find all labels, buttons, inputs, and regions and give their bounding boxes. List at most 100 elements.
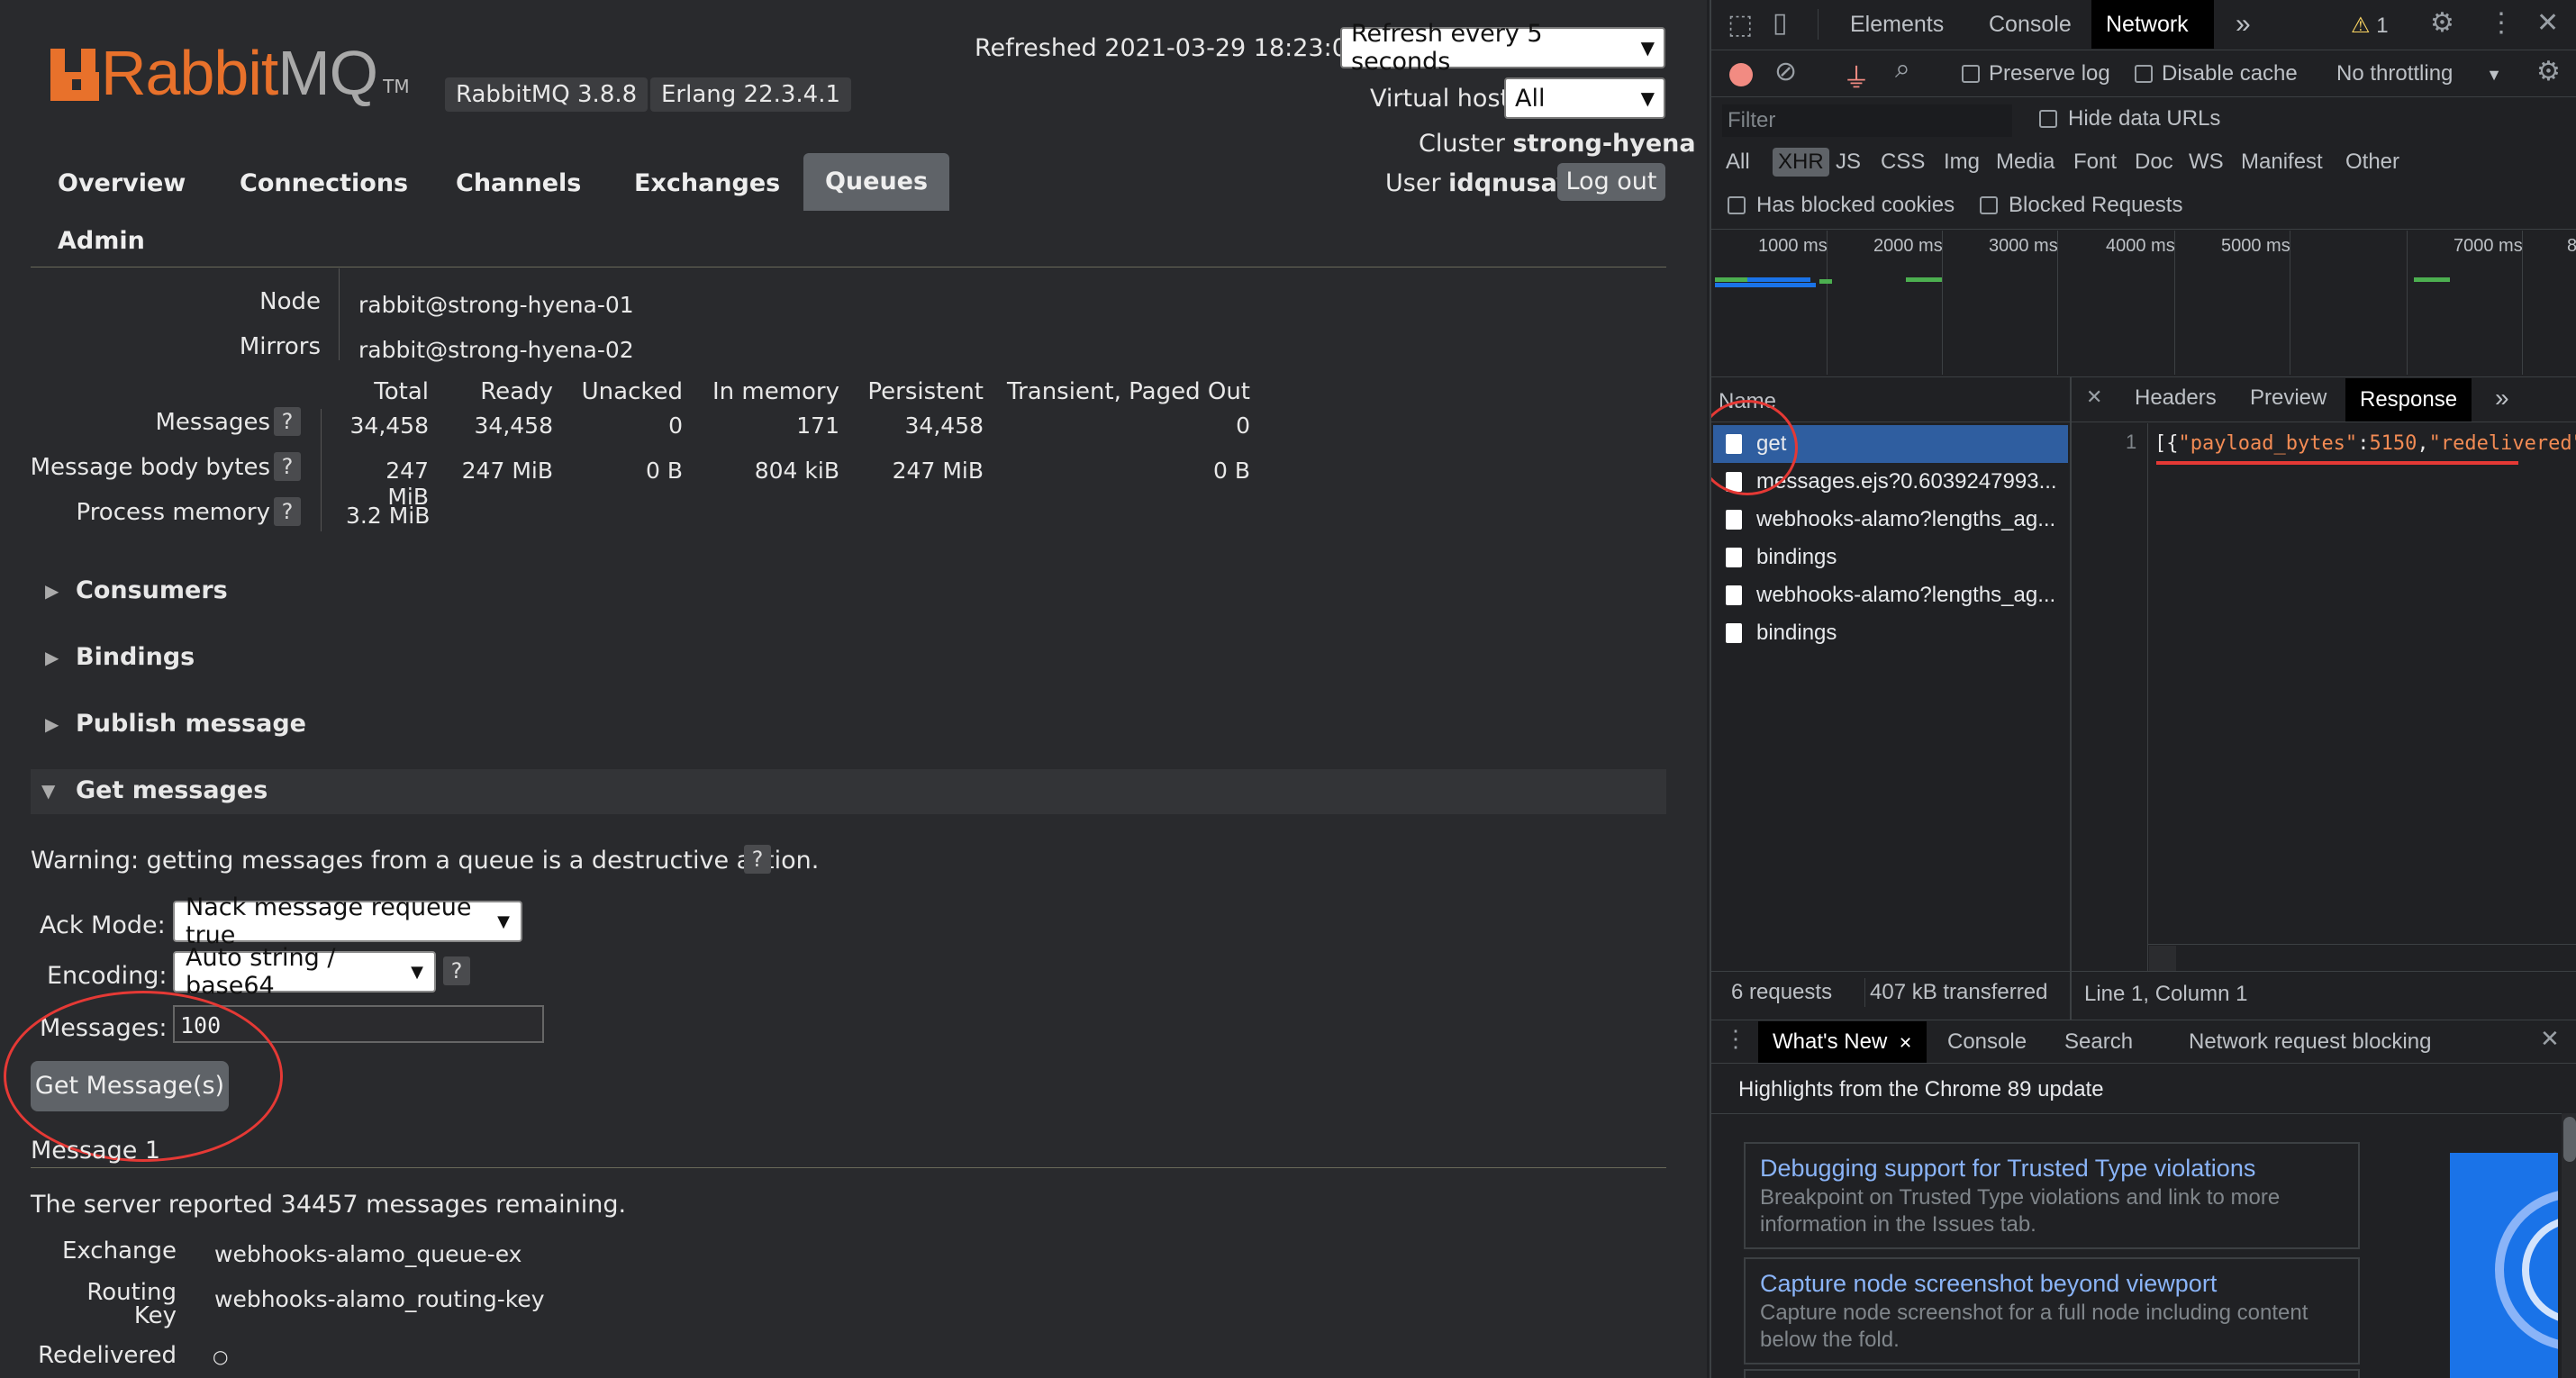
filter-doc[interactable]: Doc: [2135, 150, 2173, 175]
document-icon: [1726, 510, 1742, 530]
filter-xhr[interactable]: XHR: [1773, 148, 1829, 177]
whats-new-card[interactable]: Debugging support for Trusted Type viola…: [1744, 1142, 2360, 1249]
drawer-scrollbar[interactable]: [2562, 1113, 2576, 1378]
cell: 804 kiB: [754, 458, 839, 484]
preserve-log-checkbox[interactable]: [1962, 65, 1980, 83]
filter-ws[interactable]: WS: [2189, 150, 2224, 175]
close-drawer-icon[interactable]: ✕: [2540, 1025, 2560, 1053]
device-toolbar-icon[interactable]: ▯: [1773, 7, 1788, 39]
erlang-version-badge: Erlang 22.3.4.1: [650, 77, 852, 112]
document-icon: [1726, 585, 1742, 605]
line-number: 1: [2126, 431, 2137, 453]
warnings-counter[interactable]: ⚠ 1: [2351, 13, 2389, 39]
filter-other[interactable]: Other: [2345, 150, 2399, 175]
cluster-info: Cluster strong-hyena: [1419, 130, 1696, 158]
whats-new-card[interactable]: Capture node screenshot beyond viewport …: [1744, 1257, 2360, 1364]
record-icon[interactable]: [1729, 63, 1753, 86]
cell: 247 MiB: [461, 458, 553, 484]
refresh-interval-select[interactable]: Refresh every 5 seconds ▼: [1340, 20, 1665, 76]
hide-data-urls-label: Hide data URLs: [2068, 106, 2221, 131]
encoding-select[interactable]: Auto string / base64 ▼: [173, 944, 436, 1000]
virtual-host-select[interactable]: All ▼: [1504, 77, 1665, 119]
nav-exchanges[interactable]: Exchanges: [634, 169, 780, 197]
tab-network[interactable]: Network: [2091, 0, 2214, 49]
search-icon[interactable]: ⌕: [1895, 54, 1910, 85]
filter-js[interactable]: JS: [1836, 150, 1861, 175]
filter-manifest[interactable]: Manifest: [2241, 150, 2323, 175]
disable-cache-checkbox[interactable]: [2135, 65, 2153, 83]
nav-admin[interactable]: Admin: [58, 227, 145, 255]
tab-headers[interactable]: Headers: [2120, 375, 2231, 422]
filter-css[interactable]: CSS: [1881, 150, 1925, 175]
card-title[interactable]: Capture node screenshot beyond viewport: [1746, 1259, 2358, 1300]
section-consumers[interactable]: ▶ Consumers: [31, 569, 1666, 614]
rabbitmq-version-badge: RabbitMQ 3.8.8: [445, 77, 649, 112]
response-body[interactable]: [{"payload_bytes":5150,"redelivered": [2154, 432, 2576, 455]
cell: 0: [1236, 412, 1250, 439]
warning-icon: ⚠: [2351, 14, 2371, 38]
nav-queues[interactable]: Queues: [803, 153, 949, 211]
drawer-tab-whats-new[interactable]: What's New ✕: [1758, 1021, 1927, 1063]
filter-icon[interactable]: ⏚: [1843, 56, 1870, 95]
chevron-down-icon: ▼: [41, 780, 56, 802]
help-button[interactable]: ?: [274, 452, 301, 481]
section-bindings[interactable]: ▶ Bindings: [31, 636, 1666, 681]
chevron-down-icon: ▼: [2486, 66, 2502, 84]
section-publish-message[interactable]: ▶ Publish message: [31, 703, 1666, 748]
drawer-tab-console[interactable]: Console: [1933, 1021, 2041, 1063]
whats-new-heading: Highlights from the Chrome 89 update: [1738, 1077, 2104, 1101]
throttling-select[interactable]: No throttling ▼: [2336, 61, 2502, 86]
drawer-tab-request-blocking[interactable]: Network request blocking: [2174, 1021, 2445, 1063]
cursor-position: Line 1, Column 1: [2084, 982, 2248, 1006]
filter-media[interactable]: Media: [1996, 150, 2054, 175]
drawer-menu-icon[interactable]: ⋮: [1724, 1025, 1747, 1053]
remaining-messages-text: The server reported 34457 messages remai…: [31, 1191, 627, 1219]
tab-response[interactable]: Response: [2345, 378, 2472, 422]
cell: 247 MiB: [892, 458, 984, 484]
node-value: rabbit@strong-hyena-01: [358, 292, 634, 318]
tab-console[interactable]: Console: [1974, 0, 2086, 49]
inspect-element-icon[interactable]: ⬚: [1728, 9, 1753, 41]
help-button[interactable]: ?: [274, 407, 301, 436]
tab-preview[interactable]: Preview: [2236, 375, 2341, 422]
more-options-icon[interactable]: ⋮: [2488, 7, 2515, 39]
help-button[interactable]: ?: [744, 845, 771, 874]
filter-font[interactable]: Font: [2073, 150, 2117, 175]
clear-icon[interactable]: ⊘: [1774, 56, 1797, 87]
ack-mode-select[interactable]: Nack message requeue true ▼: [173, 893, 522, 949]
row-label: Message body bytes: [30, 454, 270, 481]
drawer-tab-search[interactable]: Search: [2050, 1021, 2147, 1063]
redelivered-label: Redelivered: [38, 1342, 177, 1369]
rabbitmq-logo[interactable]: RabbitMQ TM: [50, 41, 410, 104]
request-row[interactable]: webhooks-alamo?lengths_ag...: [1713, 576, 2068, 614]
help-button[interactable]: ?: [443, 956, 470, 985]
card-title[interactable]: Debugging support for Trusted Type viola…: [1746, 1144, 2358, 1184]
timeline-tick: 3000 ms: [1989, 236, 2058, 256]
section-get-messages[interactable]: ▼ Get messages: [31, 769, 1666, 814]
chevron-right-icon: ▶: [45, 713, 59, 735]
help-button[interactable]: ?: [274, 497, 301, 526]
close-devtools-icon[interactable]: ✕: [2536, 7, 2559, 39]
more-tabs-icon[interactable]: »: [2221, 0, 2265, 49]
blocked-cookies-checkbox[interactable]: [1728, 196, 1746, 214]
nav-channels[interactable]: Channels: [456, 169, 581, 197]
filter-img[interactable]: Img: [1944, 150, 1980, 175]
network-settings-icon[interactable]: ⚙: [2536, 56, 2561, 87]
logout-button[interactable]: Log out: [1557, 163, 1665, 201]
filter-input[interactable]: Filter: [1722, 104, 2012, 137]
logo-trademark: TM: [383, 76, 410, 97]
settings-gear-icon[interactable]: ⚙: [2430, 7, 2454, 39]
blocked-requests-checkbox[interactable]: [1980, 196, 1998, 214]
more-detail-tabs-icon[interactable]: »: [2481, 375, 2524, 422]
request-row[interactable]: webhooks-alamo?lengths_ag...: [1713, 501, 2068, 539]
nav-connections[interactable]: Connections: [240, 169, 408, 197]
request-row[interactable]: bindings: [1713, 614, 2068, 652]
tab-elements[interactable]: Elements: [1836, 0, 1958, 49]
cell: 0 B: [1212, 458, 1250, 484]
request-row[interactable]: bindings: [1713, 539, 2068, 576]
close-detail-icon[interactable]: ✕: [2086, 385, 2102, 409]
filter-all[interactable]: All: [1726, 150, 1750, 175]
hide-data-urls-checkbox[interactable]: [2039, 110, 2057, 128]
nav-overview[interactable]: Overview: [58, 169, 186, 197]
close-tab-icon[interactable]: ✕: [1899, 1034, 1912, 1052]
